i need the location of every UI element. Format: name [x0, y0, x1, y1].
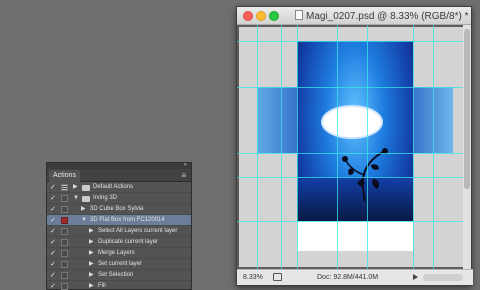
action-row-label: Irving 3D [93, 195, 118, 201]
folder-icon [82, 185, 90, 191]
action-row-label: Set current layer [98, 261, 143, 267]
action-row-label: 3D Cube Box Sylvia [90, 206, 144, 212]
toggle-item-checkmark-icon[interactable]: ✓ [50, 226, 58, 237]
guide-horizontal[interactable] [237, 153, 465, 154]
collapsed-arrow-icon[interactable]: ▶ [89, 281, 95, 290]
collapsed-arrow-icon[interactable]: ▶ [81, 204, 87, 215]
horizontal-scrollbar[interactable] [423, 274, 463, 281]
canvas-area[interactable] [237, 25, 465, 269]
document-window: Magi_0207.psd @ 8.33% (RGB/8*) * 8.33% D… [236, 6, 473, 286]
toggle-dialog-icon[interactable] [61, 195, 68, 202]
guide-horizontal[interactable] [237, 41, 465, 42]
action-row-label: Default Actions [93, 184, 134, 190]
action-row-label: Duplicate current layer [98, 239, 159, 245]
action-row-label: Select All Layers current layer [98, 228, 178, 234]
document-icon [295, 10, 303, 20]
zoom-window-button[interactable] [269, 11, 279, 21]
toggle-item-checkmark-icon[interactable]: ✓ [50, 270, 58, 281]
document-titlebar[interactable]: Magi_0207.psd @ 8.33% (RGB/8*) * [237, 7, 471, 25]
status-menu-arrow-icon[interactable] [413, 274, 418, 280]
toggle-dialog-icon[interactable] [61, 206, 68, 213]
toggle-dialog-icon[interactable] [61, 228, 68, 235]
action-row[interactable]: ✓ ▼ Irving 3D [47, 193, 191, 204]
action-row[interactable]: ✓ ▶ Duplicate current layer [47, 237, 191, 248]
collapsed-arrow-icon[interactable]: ▶ [89, 259, 95, 270]
document-title: Magi_0207.psd @ 8.33% (RGB/8*) * [295, 10, 468, 22]
toggle-dialog-icon[interactable] [61, 217, 68, 224]
toggle-item-checkmark-icon[interactable]: ✓ [50, 215, 58, 226]
actions-panel: » Actions ≡ ✓ ▶ Default Actions ✓ ▼ Irving 3D… [46, 162, 192, 290]
guide-vertical[interactable] [297, 25, 298, 269]
expanded-arrow-icon[interactable]: ▼ [73, 193, 79, 204]
document-title-text: Magi_0207.psd @ 8.33% (RGB/8*) * [306, 11, 469, 22]
toggle-item-checkmark-icon[interactable]: ✓ [50, 237, 58, 248]
collapsed-arrow-icon[interactable]: ▶ [89, 237, 95, 248]
toggle-item-checkmark-icon[interactable]: ✓ [50, 248, 58, 259]
action-row[interactable]: ✓ ▶ Merge Layers [47, 248, 191, 259]
action-row[interactable]: ✓ ▶ 3D Cube Box Sylvia [47, 204, 191, 215]
action-row[interactable]: ✓ ▼ 3D Flat Box from FC120014 [47, 215, 191, 226]
tab-actions[interactable]: Actions [49, 170, 80, 182]
guide-horizontal[interactable] [237, 177, 465, 178]
folder-icon [82, 196, 90, 202]
toggle-item-checkmark-icon[interactable]: ✓ [50, 204, 58, 215]
minimize-window-button[interactable] [256, 11, 266, 21]
guide-vertical[interactable] [413, 25, 414, 269]
toggle-item-checkmark-icon[interactable]: ✓ [50, 193, 58, 204]
collapsed-arrow-icon[interactable]: ▶ [73, 182, 79, 193]
collapsed-arrow-icon[interactable]: ▶ [89, 248, 95, 259]
canvas-document[interactable] [239, 27, 463, 267]
collapsed-arrow-icon[interactable]: ▶ [89, 226, 95, 237]
action-row[interactable]: ✓ ▶ Set current layer [47, 259, 191, 270]
toggle-dialog-icon[interactable] [61, 250, 68, 257]
collapsed-arrow-icon[interactable]: ▶ [89, 270, 95, 281]
action-list: ✓ ▶ Default Actions ✓ ▼ Irving 3D ✓ ▶ 3D Cube Bo… [47, 182, 191, 290]
guide-vertical[interactable] [433, 25, 434, 269]
action-row[interactable]: ✓ ▶ Select All Layers current layer [47, 226, 191, 237]
guide-horizontal[interactable] [237, 87, 465, 88]
guide-horizontal[interactable] [237, 221, 465, 222]
document-status-bar: 8.33% Doc: 92.8M/441.0M [237, 269, 473, 285]
guide-vertical[interactable] [367, 25, 368, 269]
action-row-label: Merge Layers [98, 250, 135, 256]
toggle-dialog-icon[interactable] [61, 239, 68, 246]
guide-vertical[interactable] [281, 25, 282, 269]
toggle-dialog-icon[interactable] [61, 272, 68, 279]
zoom-readout[interactable]: 8.33% [243, 274, 263, 281]
toggle-dialog-icon[interactable] [61, 283, 68, 290]
guide-vertical[interactable] [337, 25, 338, 269]
toggle-dialog-icon[interactable] [61, 261, 68, 268]
action-row[interactable]: ✓ ▶ Fill [47, 281, 191, 290]
box-side-left [257, 87, 297, 153]
action-row[interactable]: ✓ ▶ Default Actions [47, 182, 191, 193]
toggle-dialog-icon[interactable] [61, 184, 68, 191]
expanded-arrow-icon[interactable]: ▼ [81, 215, 87, 226]
label-oval [321, 105, 383, 139]
document-size-info: Doc: 92.8M/441.0M [317, 274, 379, 281]
guide-vertical[interactable] [257, 25, 258, 269]
box-bottom-flap [297, 221, 413, 251]
collapse-panel-icon[interactable]: » [184, 162, 187, 168]
action-row[interactable]: ✓ ▶ Set Selection [47, 270, 191, 281]
toggle-item-checkmark-icon[interactable]: ✓ [50, 281, 58, 290]
vertical-scrollbar[interactable] [463, 25, 471, 269]
panel-menu-icon[interactable]: ≡ [181, 171, 186, 180]
action-row-label: Set Selection [98, 272, 134, 278]
action-row-label: 3D Flat Box from FC120014 [90, 217, 165, 223]
share-icon[interactable] [273, 273, 282, 281]
action-row-label: Fill [98, 283, 106, 289]
panel-tab-bar: Actions ≡ [47, 169, 191, 182]
toggle-item-checkmark-icon[interactable]: ✓ [50, 259, 58, 270]
vertical-scroll-thumb[interactable] [464, 29, 470, 189]
toggle-item-checkmark-icon[interactable]: ✓ [50, 182, 58, 193]
close-window-button[interactable] [243, 11, 253, 21]
